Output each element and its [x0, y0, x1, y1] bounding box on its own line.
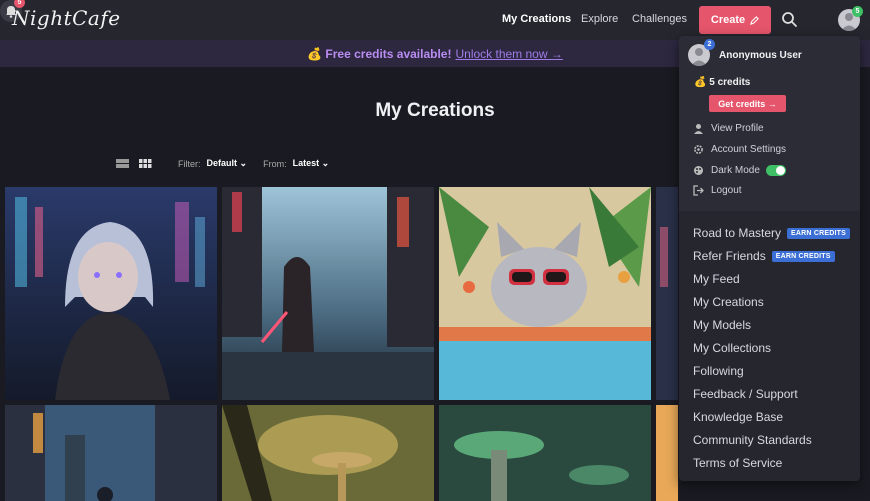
sunset-art — [656, 405, 678, 501]
filter-select[interactable]: Default ⌄ — [207, 158, 248, 169]
credits-balance: 💰 5 credits — [694, 77, 751, 88]
dark-mode-toggle[interactable] — [765, 165, 786, 176]
menu-following[interactable]: Following — [693, 364, 744, 378]
city-drone-art — [5, 405, 217, 501]
nav-explore[interactable]: Explore — [581, 13, 618, 25]
menu-feedback-support[interactable]: Feedback / Support — [693, 387, 798, 401]
avatar-count-badge: 5 — [852, 6, 863, 17]
samurai-city-art — [222, 187, 434, 400]
dropdown-avatar-badge: 2 — [704, 39, 715, 50]
menu-my-feed[interactable]: My Feed — [693, 272, 740, 286]
nav-my-creations[interactable]: My Creations — [502, 13, 571, 25]
create-label: Create — [710, 14, 746, 26]
get-credits-button[interactable]: Get credits → — [709, 95, 786, 112]
top-nav: NightCafe My Creations Explore Challenge… — [0, 0, 870, 40]
chevron-down-icon: ⌄ — [321, 158, 330, 168]
dark-mode-row: Dark Mode — [693, 165, 786, 176]
list-view-icon[interactable] — [116, 159, 129, 168]
earn-credits-badge: EARN CREDITS — [787, 227, 850, 239]
logout-label: Logout — [711, 185, 742, 196]
green-mushroom-art — [439, 405, 651, 501]
menu-my-models[interactable]: My Models — [693, 318, 751, 332]
menu-refer-friends[interactable]: Refer Friends EARN CREDITS — [693, 249, 835, 263]
nav-challenges[interactable]: Challenges — [632, 13, 687, 25]
cyberpunk-girl-image[interactable] — [5, 187, 217, 400]
gear-icon — [694, 145, 703, 154]
logout-icon — [693, 185, 704, 196]
person-icon — [694, 124, 703, 134]
menu-my-creations[interactable]: My Creations — [693, 295, 764, 309]
pencil-icon — [750, 15, 759, 25]
cyberpunk-girl-art — [5, 187, 217, 400]
mushroom-forest-image[interactable] — [222, 405, 434, 501]
cat-sunglasses-art — [439, 187, 651, 400]
logout-link[interactable]: Logout — [693, 185, 742, 196]
menu-community-standards[interactable]: Community Standards — [693, 433, 812, 447]
filter-label: Filter: — [178, 158, 201, 169]
partial-image-4[interactable] — [656, 187, 678, 400]
dark-mode-label: Dark Mode — [711, 165, 760, 176]
green-mushroom-image[interactable] — [439, 405, 651, 501]
search-icon[interactable] — [779, 9, 801, 31]
nightcafe-logo[interactable]: NightCafe — [12, 6, 121, 30]
account-settings-link[interactable]: Account Settings — [693, 144, 786, 155]
mushroom-forest-art — [222, 405, 434, 501]
partial-art-4 — [656, 187, 678, 400]
user-dropdown-menu: 2 Anonymous User 💰 5 credits Get credits… — [679, 36, 860, 481]
menu-road-to-mastery[interactable]: Road to Mastery EARN CREDITS — [693, 226, 850, 240]
sunset-image[interactable] — [656, 405, 678, 501]
view-profile-label: View Profile — [711, 123, 764, 134]
user-name: Anonymous User — [719, 50, 802, 61]
menu-my-collections[interactable]: My Collections — [693, 341, 771, 355]
samurai-city-image[interactable] — [222, 187, 434, 400]
account-settings-label: Account Settings — [711, 144, 787, 155]
menu-knowledge-base[interactable]: Knowledge Base — [693, 410, 783, 424]
create-button[interactable]: Create — [699, 6, 771, 34]
from-label: From: — [263, 158, 287, 169]
menu-terms-of-service[interactable]: Terms of Service — [693, 456, 782, 470]
gallery-controls: Filter: Default ⌄ From: Latest ⌄ — [116, 158, 345, 169]
filter-value: Default — [206, 158, 238, 168]
account-section: 2 Anonymous User 💰 5 credits Get credits… — [679, 36, 860, 211]
menu-label: Refer Friends — [693, 249, 766, 263]
view-profile-link[interactable]: View Profile — [693, 123, 764, 134]
palette-icon — [694, 166, 703, 175]
free-credits-text: 💰 Free credits available! — [307, 46, 452, 61]
unlock-credits-link[interactable]: Unlock them now → — [455, 47, 562, 61]
from-select[interactable]: Latest ⌄ — [293, 158, 330, 169]
grid-view-icon[interactable] — [139, 159, 152, 168]
from-value: Latest — [292, 158, 320, 168]
city-drone-image[interactable] — [5, 405, 217, 501]
menu-label: Road to Mastery — [693, 226, 782, 240]
cat-sunglasses-image[interactable] — [439, 187, 651, 400]
earn-credits-badge: EARN CREDITS — [771, 250, 835, 262]
chevron-down-icon: ⌄ — [239, 158, 248, 168]
